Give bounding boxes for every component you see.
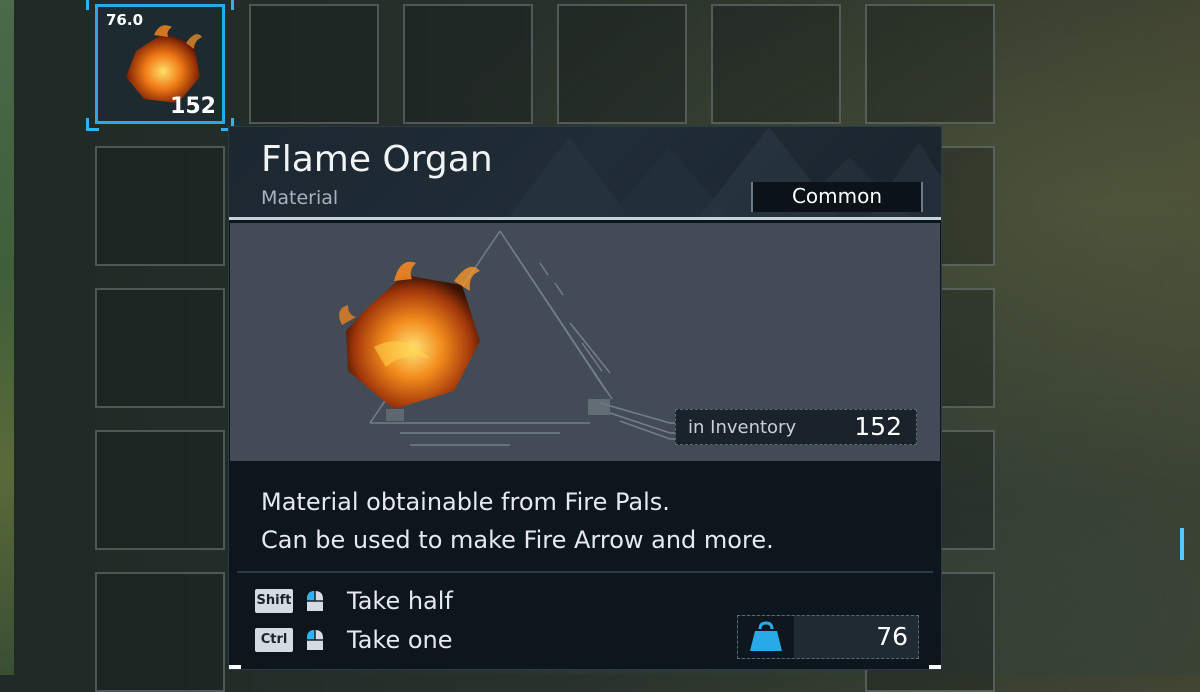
corner-tick — [229, 665, 241, 669]
inventory-slot[interactable] — [865, 4, 995, 124]
inventory-count-box: in Inventory 152 — [675, 409, 917, 445]
inventory-slot[interactable] — [403, 4, 533, 124]
slot-count-label: 152 — [170, 94, 216, 119]
weight-value: 76 — [876, 622, 908, 651]
inventory-count: 152 — [854, 412, 902, 441]
corner-tick — [929, 665, 941, 669]
action-label: Take one — [347, 626, 453, 654]
selection-corner — [86, 0, 99, 10]
slot-weight-label: 76.0 — [106, 11, 144, 29]
weight-icon-container — [738, 616, 794, 658]
divider — [229, 217, 941, 220]
background-terrain — [0, 0, 14, 675]
inventory-label: in Inventory — [688, 417, 797, 438]
weight-icon — [750, 621, 782, 651]
divider — [237, 571, 933, 573]
inventory-slot[interactable] — [711, 4, 841, 124]
item-preview: in Inventory 152 — [230, 223, 940, 461]
shift-key-hint: Shift — [255, 589, 293, 613]
description-line: Can be used to make Fire Arrow and more. — [261, 526, 774, 554]
item-tooltip: Flame Organ Material Common in Inventory… — [228, 126, 942, 670]
inventory-slot-flame-organ[interactable]: 76.0 152 — [86, 0, 234, 131]
selection-corner — [86, 118, 99, 131]
weight-box: 76 — [737, 615, 919, 659]
selection-corner — [221, 0, 234, 10]
inventory-slot[interactable] — [95, 572, 225, 692]
inventory-slot[interactable] — [95, 288, 225, 408]
inventory-slot[interactable] — [95, 430, 225, 550]
inventory-slot[interactable] — [249, 4, 379, 124]
item-title: Flame Organ — [261, 139, 493, 180]
action-label: Take half — [347, 587, 453, 615]
scrollbar-thumb[interactable] — [1180, 528, 1184, 560]
mouse-left-click-icon — [307, 630, 323, 650]
item-description: Material obtainable from Fire Pals. Can … — [261, 483, 774, 559]
item-category: Material — [261, 187, 339, 209]
inventory-slot[interactable] — [557, 4, 687, 124]
tooltip-header: Flame Organ Material Common — [229, 127, 941, 217]
description-line: Material obtainable from Fire Pals. — [261, 488, 670, 516]
flame-organ-large-icon — [339, 261, 480, 409]
mouse-left-click-icon — [307, 591, 323, 611]
ctrl-key-hint: Ctrl — [255, 628, 293, 652]
rarity-badge: Common — [751, 182, 923, 212]
inventory-slot[interactable] — [95, 146, 225, 266]
